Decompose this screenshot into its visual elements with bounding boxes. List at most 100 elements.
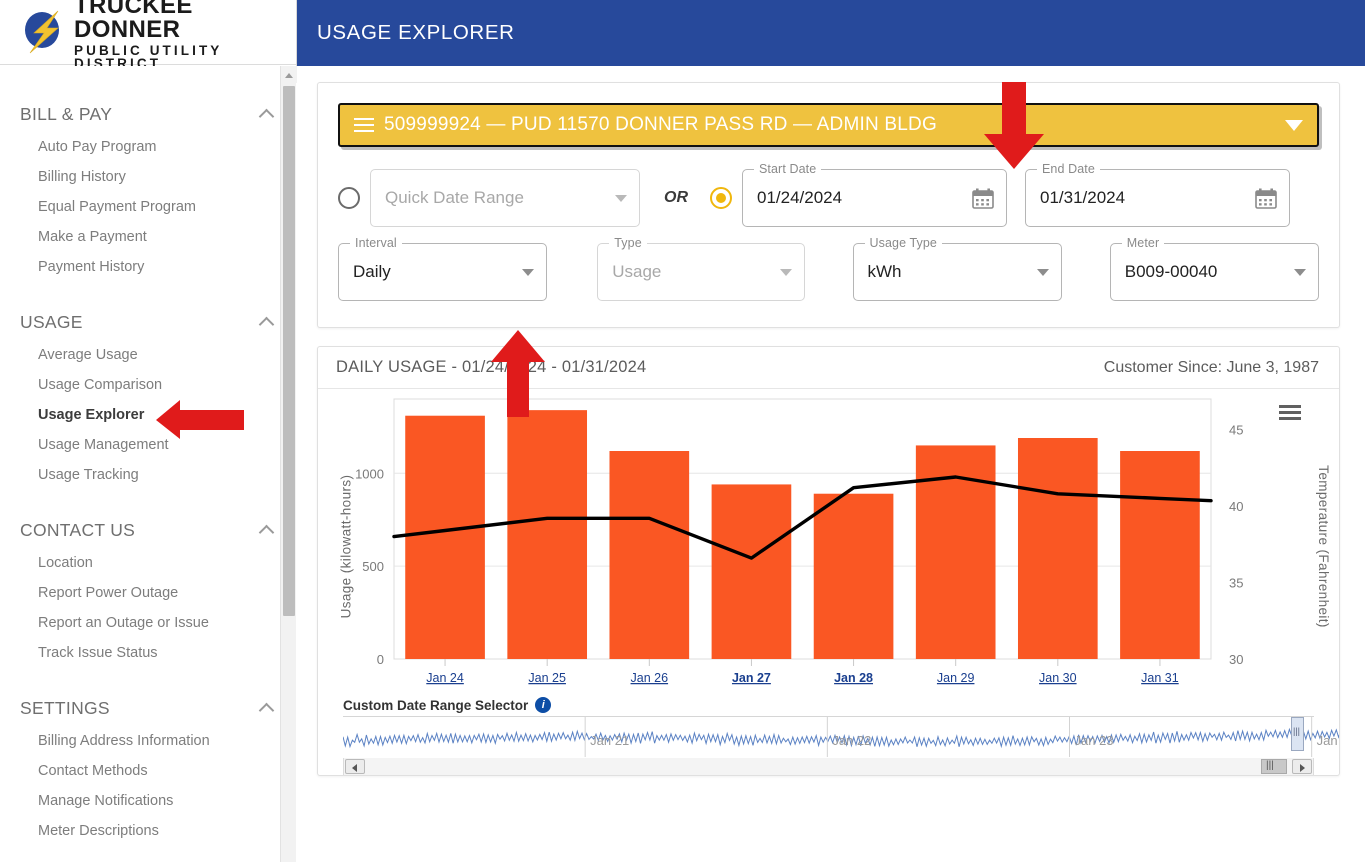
sidebar-item-usage-tracking[interactable]: Usage Tracking [0,460,297,490]
svg-text:Jan 22: Jan 22 [832,733,871,748]
sidebar-group-usage[interactable]: USAGE [0,304,297,340]
type-select[interactable]: Type Usage [597,236,805,301]
meter-select[interactable]: Meter B009-00040 [1109,236,1319,301]
lightning-bolt-logo-icon [18,9,70,55]
sidebar-item-manage-notifications[interactable]: Manage Notifications [0,786,297,816]
account-selector[interactable]: 509999924 — PUD 11570 DONNER PASS RD — A… [338,103,1319,147]
arrow-right-icon[interactable] [1292,759,1312,774]
scroll-up-arrow-icon[interactable] [281,66,297,83]
svg-text:Jan 28: Jan 28 [834,671,873,685]
sidebar-group-title: SETTINGS [20,697,110,718]
red-arrow-left-annotation [156,400,244,439]
chart-plot-area: Usage (kilowatt-hours) Temperature (Fahr… [318,389,1339,729]
brand-name-line1: TRUCKEE DONNER [74,0,193,43]
sidebar-item-average-usage[interactable]: Average Usage [0,340,297,370]
sidebar-item-billing-address-information[interactable]: Billing Address Information [0,726,297,756]
quick-date-range-placeholder: Quick Date Range [385,188,524,207]
svg-text:0: 0 [377,652,384,667]
sidebar-item-usage-comparison[interactable]: Usage Comparison [0,370,297,400]
usage-type-select[interactable]: Usage Type kWh [852,236,1062,301]
sidebar-group-title: CONTACT US [20,519,136,540]
interval-select[interactable]: Interval Daily [338,236,548,301]
main-content: 509999924 — PUD 11570 DONNER PASS RD — A… [297,66,1365,862]
end-date-label: End Date [1037,162,1100,176]
sidebar-item-billing-history[interactable]: Billing History [0,162,297,192]
quick-date-range-radio[interactable] [338,187,360,209]
sidebar-group-title: USAGE [20,311,83,332]
svg-text:Jan 31: Jan 31 [1141,671,1179,685]
calendar-icon[interactable] [972,188,994,209]
arrow-left-icon[interactable] [345,759,365,774]
type-label: Type [609,236,647,250]
usage-type-label: Usage Type [864,236,942,250]
sidebar-group-bill-and-pay[interactable]: BILL & PAY [0,96,297,132]
range-navigator-chart[interactable]: Jan 21 Jan 22 Jan 23 Jan 24 [342,716,1339,758]
sidebar-item-usage-management[interactable]: Usage Management [0,430,297,460]
start-date-field[interactable]: Start Date 01/24/2024 [742,162,1007,227]
chevron-up-icon [259,700,275,716]
svg-text:Jan 27: Jan 27 [732,671,771,685]
sidebar-item-auto-pay-program[interactable]: Auto Pay Program [0,132,297,162]
chevron-down-icon [1294,268,1306,276]
svg-text:45: 45 [1229,423,1243,438]
interval-value: Daily [353,262,391,281]
calendar-icon[interactable] [1255,188,1277,209]
red-arrow-down-annotation [984,82,1044,169]
sidebar-item-equal-payment-program[interactable]: Equal Payment Program [0,192,297,222]
sidebar-item-make-a-payment[interactable]: Make a Payment [0,222,297,252]
svg-text:Jan 25: Jan 25 [528,671,566,685]
meter-value: B009-00040 [1124,262,1218,281]
end-date-value: 01/31/2024 [1040,188,1126,207]
chevron-down-icon [522,268,535,276]
quick-date-range-select[interactable]: Quick Date Range [370,169,640,227]
chevron-up-icon [259,522,275,538]
info-icon[interactable]: i [535,697,552,713]
custom-date-range-selector-text: Custom Date Range Selector [343,697,529,713]
sidebar-group-settings[interactable]: SETTINGS [0,690,297,726]
svg-text:30: 30 [1229,652,1243,667]
hamburger-icon [354,118,374,132]
range-navigator-scrollbar-thumb[interactable] [1261,759,1287,774]
sidebar-scrollbar[interactable] [280,66,297,862]
page-title: USAGE EXPLORER [317,21,515,44]
svg-text:35: 35 [1229,576,1243,591]
end-date-field[interactable]: End Date 01/31/2024 [1025,162,1290,227]
sidebar-item-location[interactable]: Location [0,548,297,578]
sidebar-scrollbar-thumb[interactable] [283,86,295,616]
usage-temperature-chart: 0 500 1000 30 35 40 45 Jan 24 Jan 25 Jan 26 Jan 27… [355,398,1243,685]
chevron-down-icon [779,268,792,276]
sidebar-nav: BILL & PAY Auto Pay Program Billing Hist… [0,66,297,862]
sidebar-item-report-power-outage[interactable]: Report Power Outage [0,578,297,608]
usage-type-value: kWh [867,262,902,281]
or-separator-label: OR [664,189,688,206]
chevron-down-icon [1036,268,1049,276]
account-selector-label: 509999924 — PUD 11570 DONNER PASS RD — A… [384,114,937,135]
svg-text:Jan 29: Jan 29 [937,671,975,685]
sidebar-item-report-an-outage-or-issue[interactable]: Report an Outage or Issue [0,608,297,638]
date-range-row: Quick Date Range OR Start Date 01/24/202… [338,162,1319,227]
brand-logo[interactable]: TRUCKEE DONNER PUBLIC UTILITY DISTRICT [0,0,296,70]
custom-date-range-radio[interactable] [710,187,732,209]
sidebar-group-title: BILL & PAY [20,103,113,124]
type-value: Usage [612,262,662,281]
customer-since-label: Customer Since: June 3, 1987 [1103,358,1319,376]
red-arrow-up-annotation [491,330,545,417]
sidebar-item-track-issue-status[interactable]: Track Issue Status [0,638,297,668]
chart-panel: DAILY USAGE - 01/24/2024 - 01/31/2024 Cu… [317,346,1340,776]
range-navigator-scrollbar[interactable] [343,758,1314,775]
sidebar-item-payment-history[interactable]: Payment History [0,252,297,282]
sidebar-item-contact-methods[interactable]: Contact Methods [0,756,297,786]
sidebar: TRUCKEE DONNER PUBLIC UTILITY DISTRICT B… [0,0,297,862]
chart-header: DAILY USAGE - 01/24/2024 - 01/31/2024 Cu… [318,347,1339,389]
custom-date-range-selector: Custom Date Range Selector i Jan 21 Jan 2… [342,697,1339,775]
svg-text:Jan 24: Jan 24 [426,671,464,685]
sidebar-item-usage-explorer[interactable]: Usage Explorer [0,400,297,430]
svg-text:Jan 24: Jan 24 [1317,733,1340,748]
range-navigator-handle[interactable] [1291,717,1304,751]
sidebar-item-meter-descriptions[interactable]: Meter Descriptions [0,816,297,846]
start-date-value: 01/24/2024 [757,188,843,207]
sidebar-group-contact-us[interactable]: CONTACT US [0,512,297,548]
